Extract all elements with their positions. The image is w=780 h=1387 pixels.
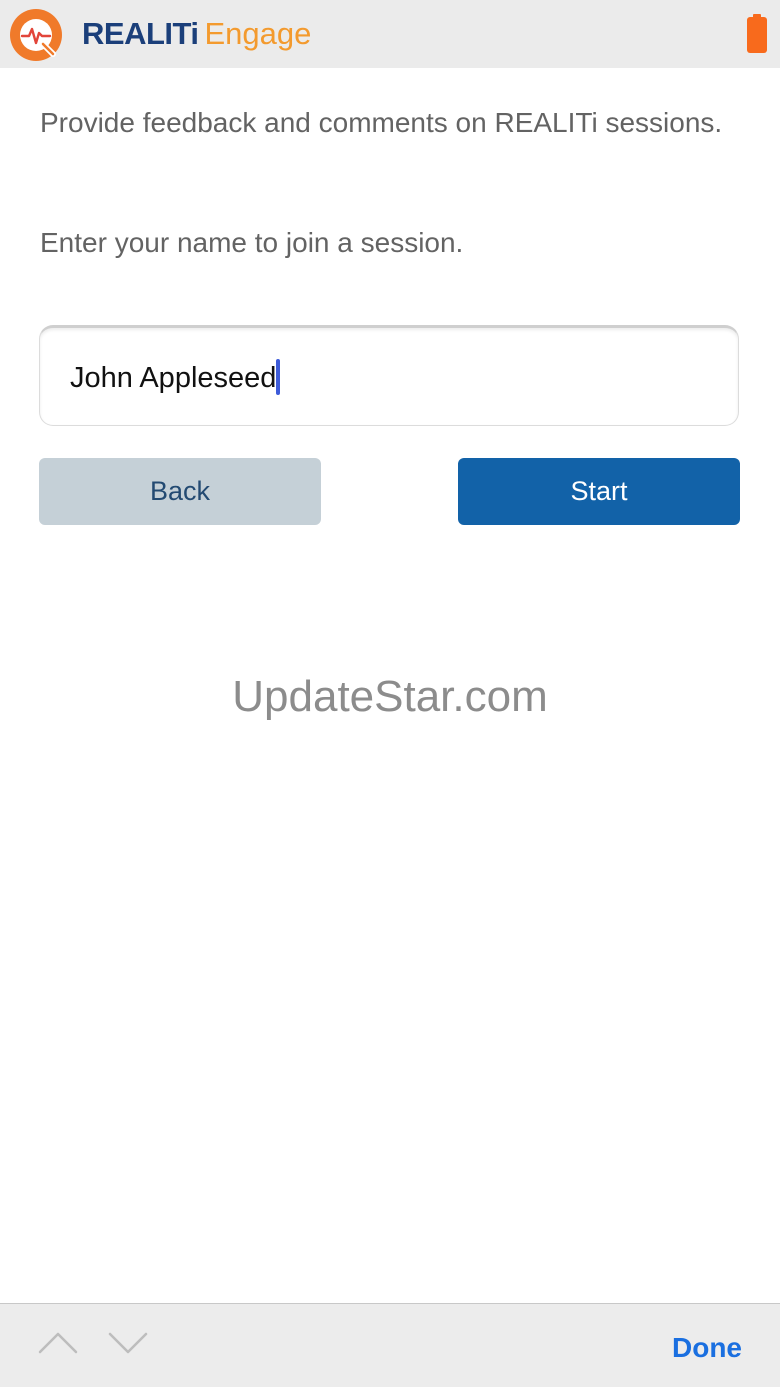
brand-product: Engage	[204, 16, 312, 51]
chevron-up-icon	[38, 1332, 78, 1354]
name-input-text: John Appleseed	[70, 362, 277, 394]
keyboard-accessory-bar: Done	[0, 1303, 780, 1387]
next-field-button[interactable]	[108, 1328, 148, 1358]
realiti-q-logo-icon	[10, 9, 62, 61]
name-input[interactable]: John Appleseed	[39, 325, 739, 426]
start-button[interactable]: Start	[458, 458, 740, 525]
app-screen: REALITi Engage Provide feedback and comme…	[0, 0, 780, 1387]
back-button[interactable]: Back	[39, 458, 321, 525]
watermark-text: UpdateStar.com	[232, 672, 548, 721]
app-brand: REALITi Engage	[82, 16, 311, 52]
text-caret	[276, 359, 281, 395]
battery-icon	[747, 14, 767, 53]
intro-text: Provide feedback and comments on REALITi…	[40, 107, 723, 138]
chevron-down-icon	[108, 1332, 148, 1354]
join-prompt: Enter your name to join a session.	[40, 227, 464, 258]
done-button[interactable]: Done	[672, 1328, 742, 1368]
app-header: REALITi Engage	[0, 0, 780, 68]
previous-field-button[interactable]	[38, 1328, 78, 1358]
name-input-value: John Appleseed	[70, 358, 281, 398]
brand-name: REALITi	[82, 16, 199, 51]
